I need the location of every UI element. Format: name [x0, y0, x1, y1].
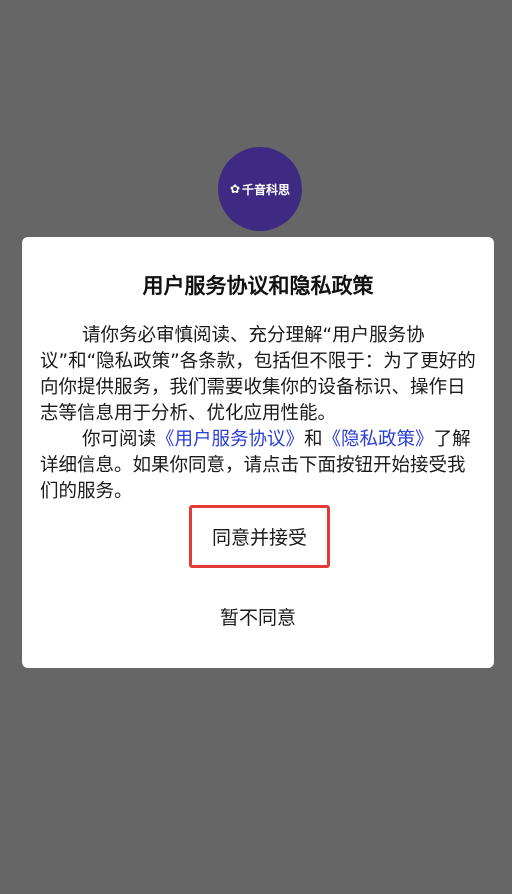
logo-mark-icon: ✿	[229, 182, 241, 196]
paragraph-2-conjunction: 和	[304, 429, 323, 450]
paragraph-2-prefix: 你可阅读	[82, 429, 157, 450]
app-logo: ✿ 千音科思	[218, 147, 302, 231]
service-agreement-link[interactable]: 《用户服务协议》	[156, 429, 304, 450]
disagree-button[interactable]: 暂不同意	[22, 603, 494, 630]
splash-logo: ✿ 千音科思	[213, 143, 305, 235]
dialog-paragraph-1: 请你务必审慎阅读、充分理解“用户服务协议”和“隐私政策”各条款，包括但不限于：为…	[40, 325, 476, 424]
dialog-title: 用户服务协议和隐私政策	[142, 274, 374, 298]
privacy-dialog: 用户服务协议和隐私政策 请你务必审慎阅读、充分理解“用户服务协议”和“隐私政策”…	[22, 237, 494, 668]
privacy-policy-link[interactable]: 《隐私政策》	[323, 429, 434, 450]
agree-button[interactable]: 同意并接受	[189, 505, 330, 568]
dialog-paragraph-2: 你可阅读《用户服务协议》和《隐私政策》了解详细信息。如果你同意，请点击下面按钮开…	[40, 427, 480, 505]
dialog-body: 请你务必审慎阅读、充分理解“用户服务协议”和“隐私政策”各条款，包括但不限于：为…	[40, 323, 480, 505]
logo-text: 千音科思	[242, 182, 291, 197]
